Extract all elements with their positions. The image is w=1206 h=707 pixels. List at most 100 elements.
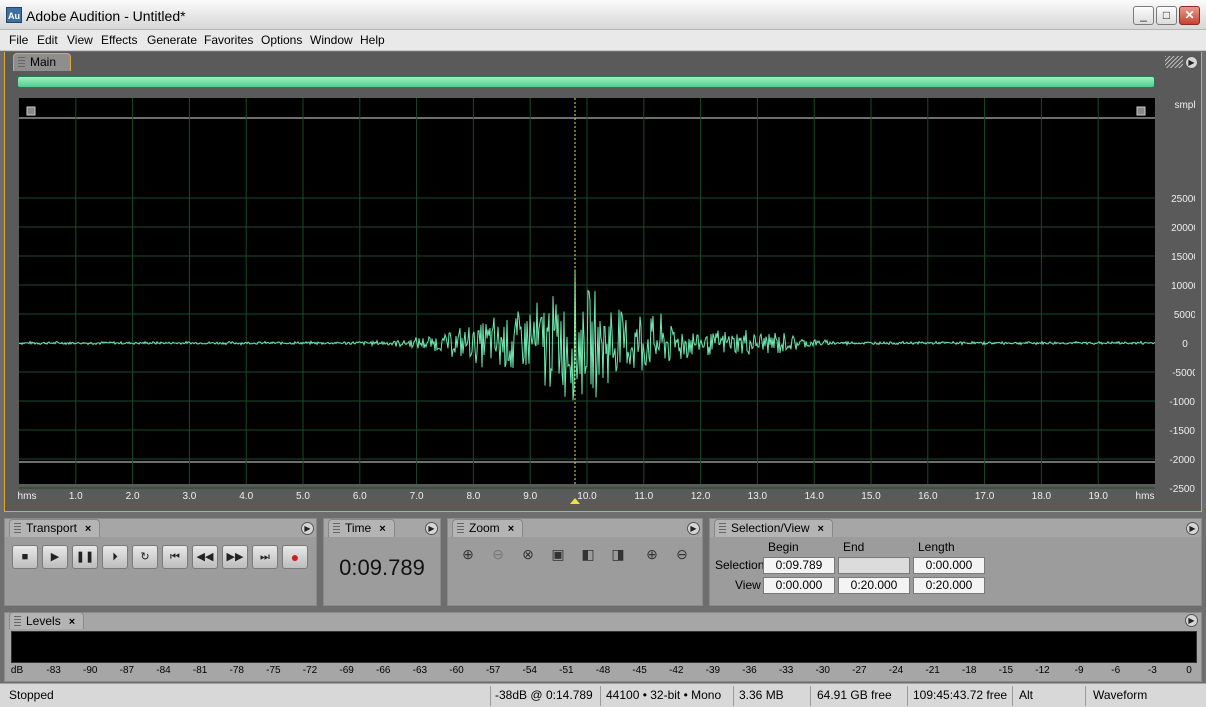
range-handle-left	[26, 106, 36, 116]
level-scale-tick: dB	[10, 665, 24, 676]
time-tick-label: 15.0	[861, 491, 881, 502]
status-size: 3.36 MB	[739, 688, 784, 702]
panel-menu-icon[interactable]: ▶	[1185, 56, 1198, 69]
pause-button[interactable]: ❚❚	[72, 545, 98, 569]
tab-main[interactable]: Main	[13, 53, 72, 71]
level-scale-tick: 0	[1186, 665, 1192, 676]
tab-zoom[interactable]: Zoom ×	[452, 519, 524, 537]
view-begin-field[interactable]: 0:00.000	[763, 577, 835, 594]
status-divider	[600, 686, 601, 706]
zoom-out-horizontal-icon[interactable]: ⊖	[486, 543, 510, 565]
loop-button[interactable]: ↻	[132, 545, 158, 569]
menu-options[interactable]: Options	[261, 33, 302, 47]
panel-menu-icon[interactable]: ▶	[301, 522, 314, 535]
selection-row-label: Selection	[715, 558, 765, 572]
level-scale-tick: -15	[998, 665, 1014, 676]
menu-help[interactable]: Help	[360, 33, 385, 47]
status-divider	[907, 686, 908, 706]
zoom-in-right-icon[interactable]: ◨	[606, 543, 630, 565]
close-tab-icon[interactable]: ×	[85, 523, 91, 535]
waveform-display[interactable]: 25000 20000 15000 10000 5000 0 -5000 -10000 -150…	[15, 98, 1195, 506]
panel-menu-icon[interactable]: ▶	[1185, 614, 1198, 627]
begin-header: Begin	[768, 540, 799, 554]
waveform-svg[interactable]: 25000 20000 15000 10000 5000 0 -5000 -10000 -150…	[15, 98, 1195, 506]
menu-edit[interactable]: Edit	[37, 33, 58, 47]
overview-bar[interactable]	[17, 76, 1155, 88]
status-view-mode: Waveform	[1093, 688, 1148, 702]
status-time-free: 109:45:43.72 free	[913, 688, 1008, 702]
minimize-button[interactable]: _	[1133, 6, 1154, 25]
app-window: Au Adobe Audition - Untitled* _ □ ✕ File…	[0, 0, 1206, 707]
level-scale-tick: -42	[669, 665, 684, 676]
close-tab-icon[interactable]: ×	[379, 523, 385, 535]
tab-transport[interactable]: Transport ×	[9, 519, 101, 537]
zoom-in-left-icon[interactable]: ◧	[576, 543, 600, 565]
amplitude-tick-label: -15000	[1169, 426, 1195, 437]
zoom-in-vertical-icon[interactable]: ⊕	[640, 543, 664, 565]
level-scale-tick: -54	[522, 665, 537, 676]
status-divider	[490, 686, 491, 706]
level-scale-tick: -48	[595, 665, 611, 676]
tab-main-label: Main	[30, 55, 57, 69]
level-scale-tick: -33	[778, 665, 794, 676]
zoom-in-horizontal-icon[interactable]: ⊕	[456, 543, 480, 565]
status-state: Stopped	[9, 688, 54, 702]
play-from-cursor-button[interactable]: ⏵	[102, 545, 128, 569]
transport-panel: Transport × ▶ ■ ▶ ❚❚ ⏵ ↻ ⏮ ◀◀ ▶▶ ⏭ ●	[4, 518, 317, 606]
view-length-field[interactable]: 0:20.000	[913, 577, 985, 594]
play-button[interactable]: ▶	[42, 545, 68, 569]
menu-file[interactable]: File	[9, 33, 28, 47]
tab-levels[interactable]: Levels ×	[9, 612, 85, 629]
selection-begin-field[interactable]: 0:09.789	[763, 557, 835, 574]
menu-generate[interactable]: Generate	[147, 33, 197, 47]
level-scale-tick: -90	[83, 665, 98, 676]
panel-grip-icon	[1165, 56, 1183, 68]
time-tick-label: 13.0	[748, 491, 768, 502]
menu-favorites[interactable]: Favorites	[204, 33, 253, 47]
stop-button[interactable]: ■	[12, 545, 38, 569]
audition-logo-icon: Au	[6, 7, 22, 23]
tab-levels-label: Levels	[26, 614, 61, 628]
menu-window[interactable]: Window	[310, 33, 353, 47]
zoom-out-vertical-icon[interactable]: ⊖	[670, 543, 694, 565]
selection-length-field[interactable]: 0:00.000	[913, 557, 985, 574]
view-end-field[interactable]: 0:20.000	[838, 577, 910, 594]
zoom-to-selection-icon[interactable]: ▣	[546, 543, 570, 565]
rewind-button[interactable]: ◀◀	[192, 545, 218, 569]
close-button[interactable]: ✕	[1179, 6, 1200, 25]
tab-time-label: Time	[345, 521, 372, 535]
panel-menu-icon[interactable]: ▶	[687, 522, 700, 535]
go-to-start-button[interactable]: ⏮	[162, 545, 188, 569]
tab-zoom-label: Zoom	[469, 521, 500, 535]
maximize-button[interactable]: □	[1156, 6, 1177, 25]
status-modifier: Alt	[1019, 688, 1034, 702]
level-scale-tick: -60	[449, 665, 464, 676]
tab-selection-view[interactable]: Selection/View ×	[714, 519, 833, 537]
time-unit-label: hms	[1136, 491, 1155, 502]
amplitude-tick-label: 10000	[1171, 281, 1195, 292]
panel-menu-icon[interactable]: ▶	[1186, 522, 1199, 535]
level-scale-tick: -75	[266, 665, 281, 676]
level-scale-tick: -72	[302, 665, 318, 676]
range-handle-right	[1136, 106, 1146, 116]
length-header: Length	[918, 540, 955, 554]
time-body: 0:09.789	[324, 537, 440, 605]
status-bar: Stopped -38dB @ 0:14.789 44100 • 32-bit …	[0, 683, 1206, 707]
time-tick-label: 10.0	[577, 491, 597, 502]
close-tab-icon[interactable]: ×	[818, 523, 824, 535]
tab-transport-label: Transport	[26, 521, 77, 535]
menu-view[interactable]: View	[67, 33, 93, 47]
time-tick-label: 18.0	[1032, 491, 1052, 502]
record-button[interactable]: ●	[282, 545, 308, 569]
zoom-out-full-icon[interactable]: ⊗	[516, 543, 540, 565]
amplitude-tick-label: 20000	[1171, 223, 1195, 234]
amplitude-tick-label: -5000	[1172, 368, 1195, 379]
close-tab-icon[interactable]: ×	[69, 616, 75, 628]
tab-time[interactable]: Time ×	[328, 519, 395, 537]
selection-end-field[interactable]	[838, 557, 910, 574]
menu-effects[interactable]: Effects	[101, 33, 137, 47]
close-tab-icon[interactable]: ×	[508, 523, 514, 535]
panel-menu-icon[interactable]: ▶	[425, 522, 438, 535]
fast-forward-button[interactable]: ▶▶	[222, 545, 248, 569]
go-to-end-button[interactable]: ⏭	[252, 545, 278, 569]
